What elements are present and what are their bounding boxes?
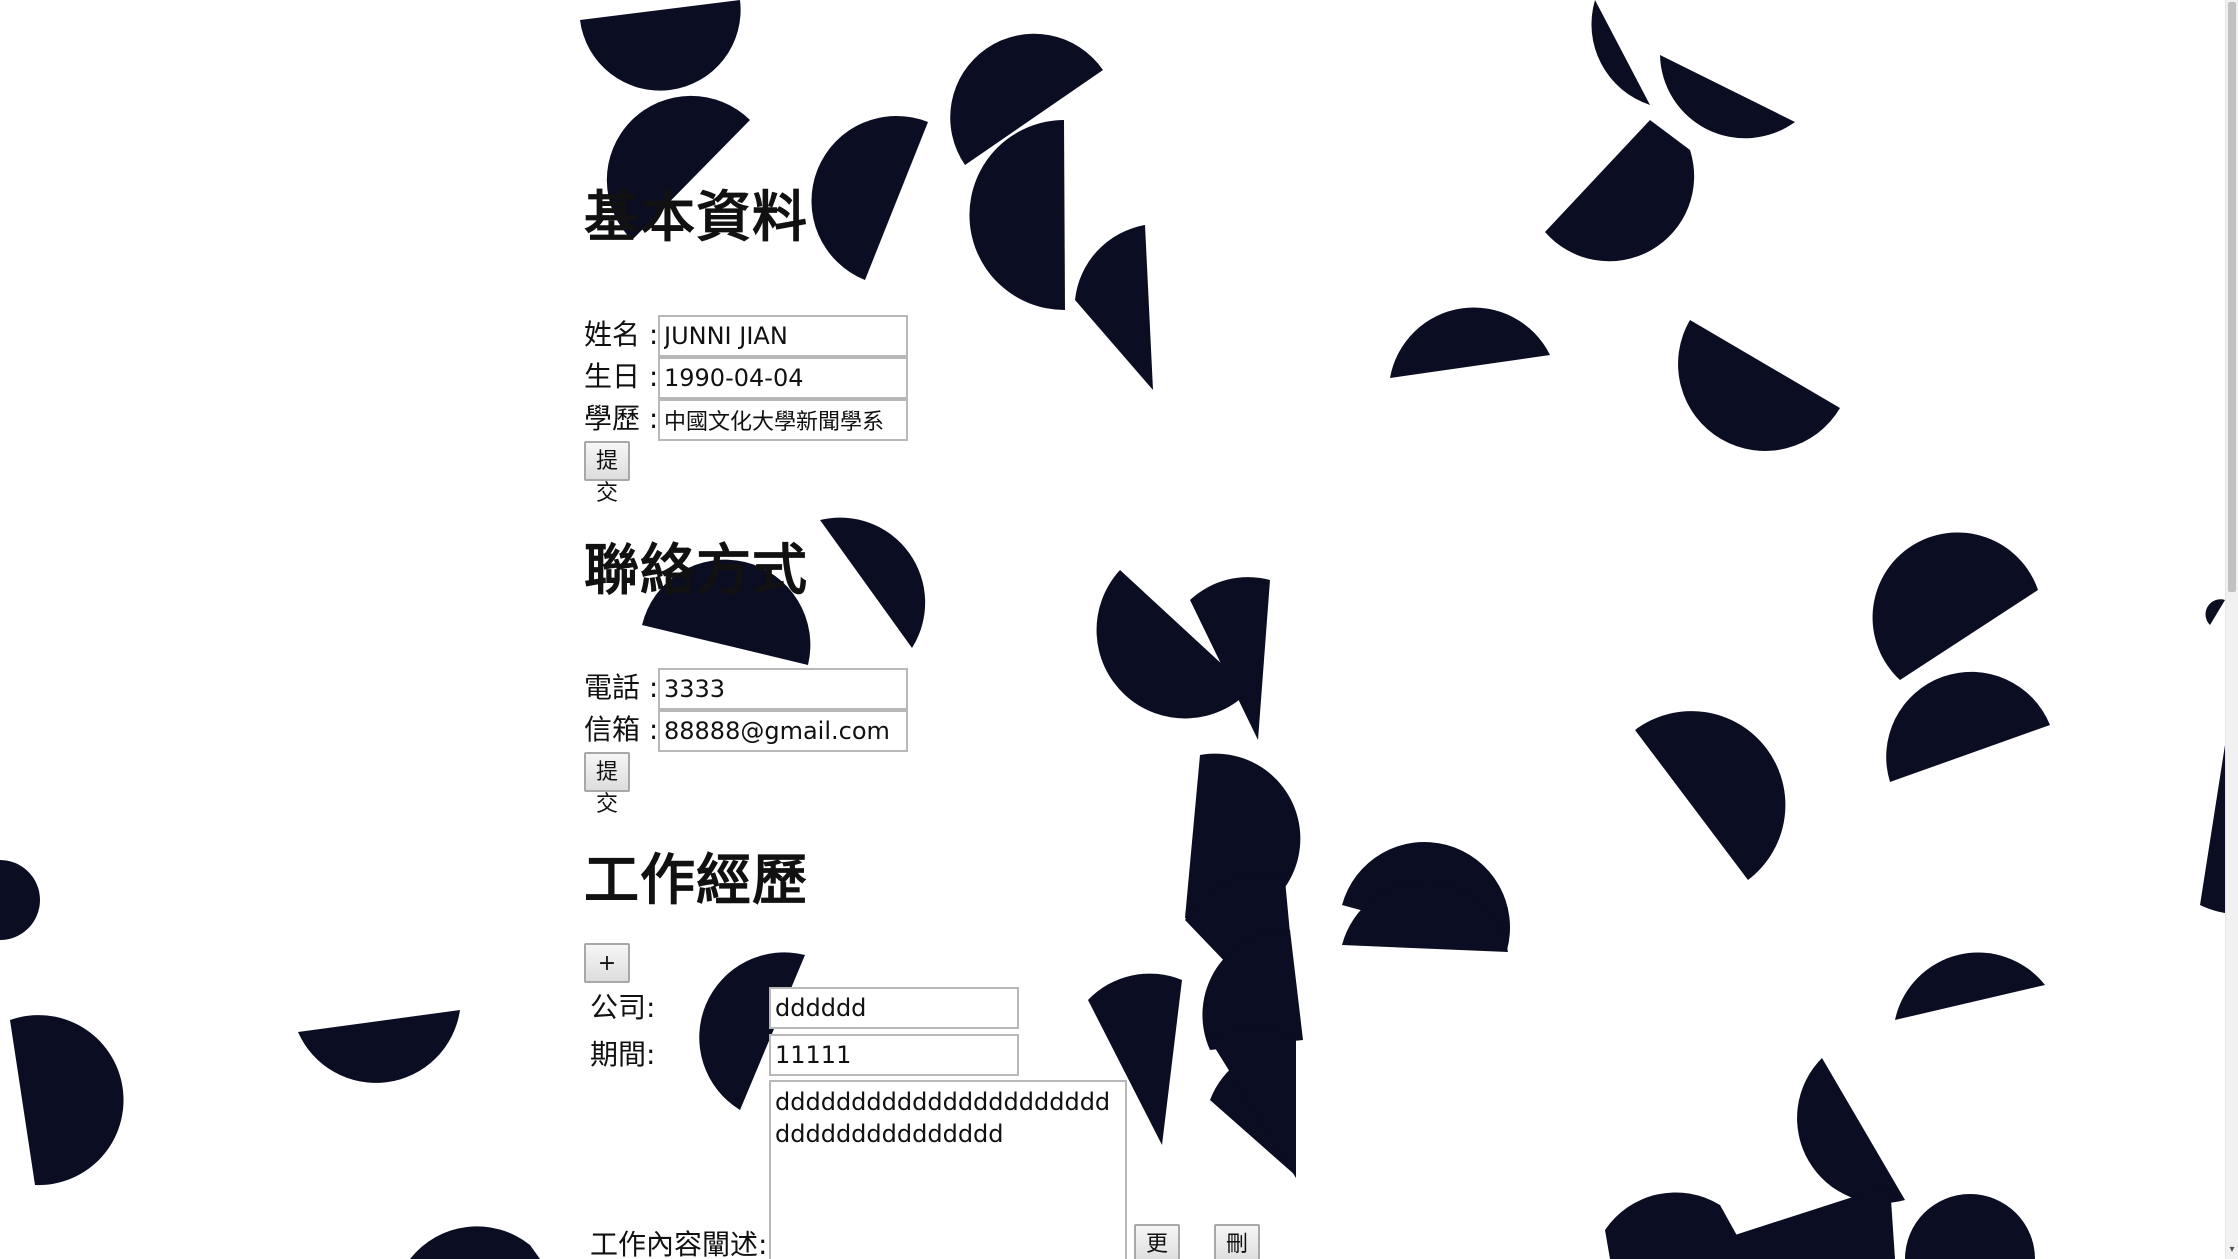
phone-input[interactable] xyxy=(658,668,908,710)
background-shape xyxy=(1895,952,2045,1020)
name-label: 姓名 : xyxy=(584,318,659,351)
background-shape xyxy=(1545,120,1695,262)
background-shape xyxy=(410,1226,540,1259)
background-shape xyxy=(1797,1058,1905,1204)
background-shape xyxy=(1591,0,1650,105)
work-description-textarea[interactable]: ddddddddddddddddddddddddddddddddddddd xyxy=(769,1080,1127,1259)
company-label: 公司: xyxy=(590,991,656,1024)
background-shape xyxy=(811,115,928,280)
basic-submit-button[interactable]: 提交 xyxy=(584,441,631,506)
delete-button[interactable]: 刪除 xyxy=(1214,1224,1261,1259)
background-shape xyxy=(1660,55,1795,139)
contact-submit-button[interactable]: 提交 xyxy=(584,752,631,817)
birthday-input[interactable] xyxy=(658,357,908,399)
background-pattern xyxy=(0,0,2238,1259)
add-work-button[interactable]: + xyxy=(584,943,630,983)
section-title-basic: 基本資料 xyxy=(584,185,809,249)
scroll-down-arrow-icon[interactable]: ▾ xyxy=(2227,1243,2237,1257)
background-shape xyxy=(2205,599,2225,625)
background-shape xyxy=(1075,225,1153,390)
background-shape xyxy=(1886,671,2050,782)
company-input[interactable] xyxy=(769,987,1019,1029)
background-shape xyxy=(1905,1194,2035,1259)
section-title-work: 工作經歷 xyxy=(584,848,809,912)
name-input[interactable] xyxy=(658,315,908,357)
background-shape xyxy=(1635,711,1786,880)
background-shape xyxy=(1605,1192,1750,1259)
period-input[interactable] xyxy=(769,1034,1019,1076)
education-input[interactable] xyxy=(658,399,908,441)
page: 基本資料 姓名 : 生日 : 學歷 : 提交 聯絡方式 電話 : 信箱 : 提交… xyxy=(0,0,2238,1259)
email-input[interactable] xyxy=(658,710,908,752)
scrollbar-thumb[interactable] xyxy=(2228,2,2236,592)
background-shape xyxy=(580,0,741,91)
description-label: 工作內容闡述: xyxy=(590,1228,768,1259)
period-label: 期間: xyxy=(590,1038,656,1071)
phone-label: 電話 : xyxy=(584,671,659,704)
background-shape xyxy=(1735,1185,1895,1259)
section-title-contact: 聯絡方式 xyxy=(584,538,809,602)
background-shape xyxy=(1872,532,2038,680)
vertical-scrollbar[interactable]: ▾ xyxy=(2225,0,2238,1259)
background-shape xyxy=(298,1010,460,1083)
background-shape xyxy=(0,860,40,940)
education-label: 學歷 : xyxy=(584,402,659,435)
edit-button[interactable]: 更改 xyxy=(1134,1224,1181,1259)
email-label: 信箱 : xyxy=(584,713,659,746)
background-shape xyxy=(1678,320,1840,451)
background-shape xyxy=(1390,307,1550,378)
background-shape xyxy=(820,517,926,648)
background-shape xyxy=(10,1015,124,1186)
birthday-label: 生日 : xyxy=(584,360,659,393)
